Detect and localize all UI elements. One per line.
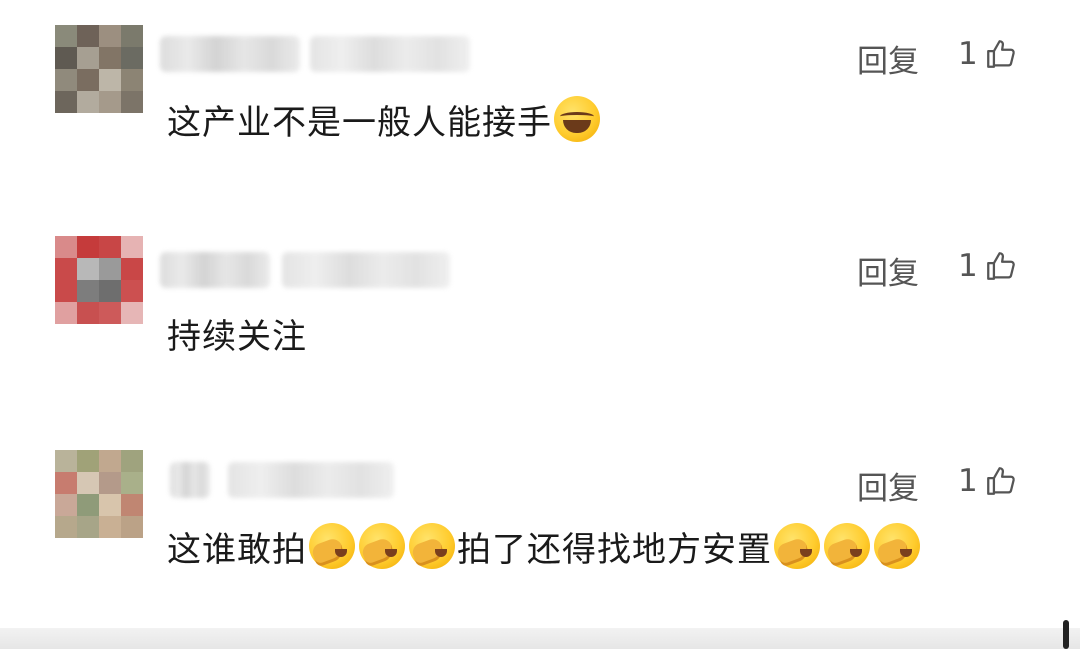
avatar-pixel <box>99 472 121 494</box>
avatar[interactable] <box>55 236 143 324</box>
avatar-pixel <box>121 280 143 302</box>
avatar-pixel <box>121 450 143 472</box>
avatar-pixel <box>55 236 77 258</box>
avatar-pixel <box>55 47 77 69</box>
like-count: 1 <box>958 36 978 72</box>
timestamp-blurred <box>310 36 470 72</box>
facepalm-emoji-icon <box>874 523 920 569</box>
avatar-pixel <box>99 69 121 91</box>
avatar-pixel <box>77 258 99 280</box>
facepalm-emoji-icon <box>359 523 405 569</box>
comment-text: 持续关注 <box>167 310 307 357</box>
avatar-pixel <box>77 494 99 516</box>
avatar-pixel <box>77 450 99 472</box>
comment-body: 这产业不是一般人能接手 <box>167 102 552 143</box>
avatar[interactable] <box>55 450 143 538</box>
timestamp-blurred <box>282 252 450 288</box>
like-button[interactable]: 1 <box>958 36 1018 72</box>
thumbs-up-icon <box>986 467 1015 495</box>
comment-body-part1: 这谁敢拍 <box>167 529 307 570</box>
facepalm-emoji-icon <box>824 523 870 569</box>
avatar-pixel <box>99 25 121 47</box>
avatar-pixel <box>99 258 121 280</box>
username-blurred <box>160 36 300 72</box>
reply-button[interactable]: 回复 <box>857 36 919 81</box>
avatar-pixel <box>121 69 143 91</box>
avatar-pixel <box>99 516 121 538</box>
avatar-pixel <box>121 302 143 324</box>
avatar-pixel <box>55 69 77 91</box>
like-count: 1 <box>958 463 978 499</box>
facepalm-emoji-icon <box>309 523 355 569</box>
avatar-pixel <box>121 516 143 538</box>
comment-text: 这谁敢拍 拍了还得找地方安置 <box>167 521 922 571</box>
avatar-pixel <box>121 258 143 280</box>
like-button[interactable]: 1 <box>958 248 1018 284</box>
avatar-pixel <box>55 302 77 324</box>
facepalm-emoji-icon <box>409 523 455 569</box>
avatar-pixel <box>99 47 121 69</box>
avatar-pixel <box>77 302 99 324</box>
laughing-tears-emoji-icon <box>554 96 600 142</box>
avatar-pixel <box>99 280 121 302</box>
avatar-pixel <box>121 47 143 69</box>
avatar-pixel <box>55 494 77 516</box>
avatar-pixel <box>55 91 77 113</box>
username-blurred <box>170 462 210 498</box>
avatar[interactable] <box>55 25 143 113</box>
avatar-pixel <box>77 91 99 113</box>
avatar-pixel <box>77 47 99 69</box>
comment-item: 回复 1 这产业不是一般人能接手 <box>0 0 1080 190</box>
avatar-pixel <box>55 516 77 538</box>
comment-item: 回复 1 持续关注 <box>0 210 1080 400</box>
avatar-pixel <box>121 236 143 258</box>
avatar-pixel <box>77 516 99 538</box>
avatar-pixel <box>77 472 99 494</box>
avatar-pixel <box>121 472 143 494</box>
avatar-pixel <box>77 280 99 302</box>
thumbs-up-icon <box>986 252 1015 280</box>
comment-body: 持续关注 <box>167 316 307 357</box>
facepalm-emoji-icon <box>774 523 820 569</box>
avatar-pixel <box>99 91 121 113</box>
avatar-pixel <box>99 450 121 472</box>
avatar-pixel <box>99 302 121 324</box>
avatar-pixel <box>55 450 77 472</box>
avatar-pixel <box>99 494 121 516</box>
like-count: 1 <box>958 248 978 284</box>
avatar-pixel <box>121 494 143 516</box>
comment-text: 这产业不是一般人能接手 <box>167 96 602 143</box>
avatar-pixel <box>121 25 143 47</box>
reply-button[interactable]: 回复 <box>857 248 919 293</box>
avatar-pixel <box>77 25 99 47</box>
username-blurred <box>160 252 270 288</box>
avatar-pixel <box>121 91 143 113</box>
comment-item: 回复 1 这谁敢拍 拍了还得找地方安置 <box>0 425 1080 615</box>
avatar-pixel <box>77 69 99 91</box>
comment-body-part2: 拍了还得找地方安置 <box>457 529 772 570</box>
timestamp-blurred <box>228 462 394 498</box>
avatar-pixel <box>99 236 121 258</box>
thumbs-up-icon <box>986 40 1015 68</box>
reply-button[interactable]: 回复 <box>857 463 919 508</box>
avatar-pixel <box>55 25 77 47</box>
avatar-pixel <box>77 236 99 258</box>
avatar-pixel <box>55 472 77 494</box>
scrollbar[interactable] <box>1063 620 1069 649</box>
avatar-pixel <box>55 280 77 302</box>
bottom-fade <box>0 628 1080 649</box>
avatar-pixel <box>55 258 77 280</box>
like-button[interactable]: 1 <box>958 463 1018 499</box>
